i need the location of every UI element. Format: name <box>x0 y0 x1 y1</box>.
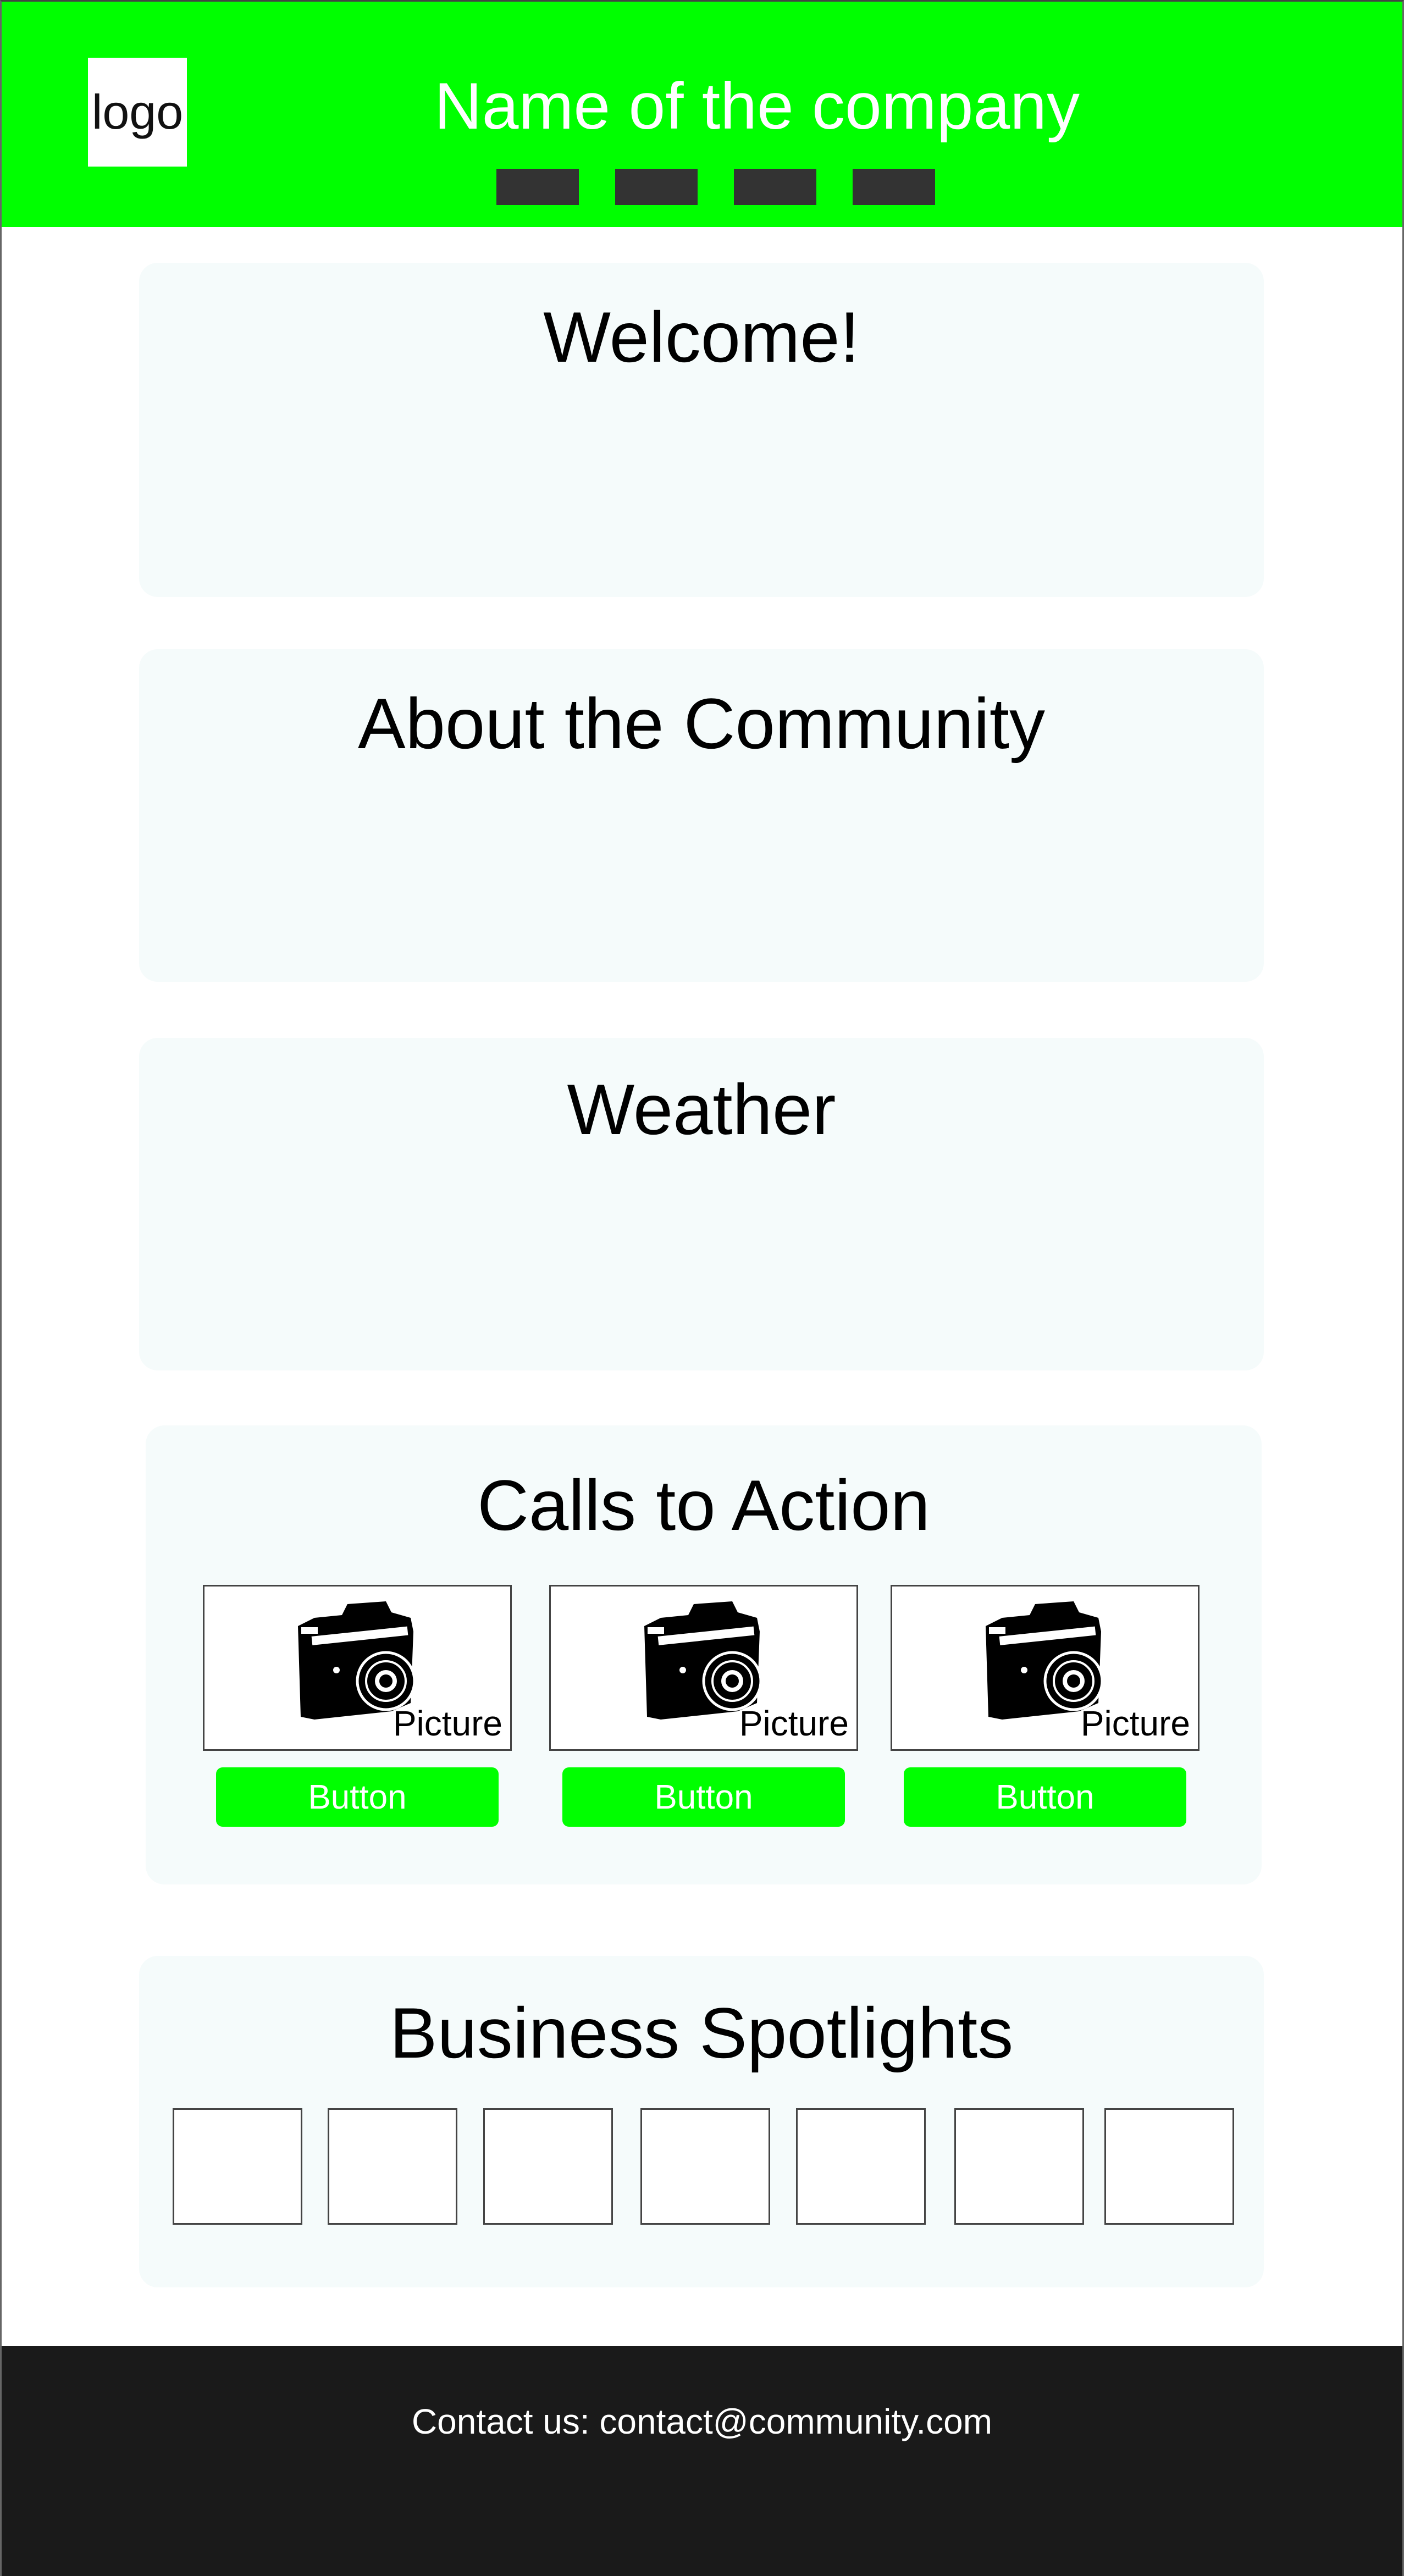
cta-item: Picture Button <box>549 1585 858 1827</box>
weather-section: Weather <box>139 1038 1264 1370</box>
spotlight-box[interactable] <box>173 2108 302 2225</box>
cta-button[interactable]: Button <box>216 1767 499 1827</box>
welcome-section: Welcome! <box>139 263 1264 597</box>
cta-item: Picture Button <box>891 1585 1200 1827</box>
calls-to-action-section: Calls to Action Picture Button Picture B… <box>146 1425 1262 1884</box>
cta-item: Picture Button <box>203 1585 512 1827</box>
main-nav <box>496 169 935 205</box>
nav-item-2[interactable] <box>615 169 698 205</box>
spotlight-box[interactable] <box>1104 2108 1234 2225</box>
site-header: logo Name of the company <box>2 2 1402 227</box>
spotlight-box[interactable] <box>483 2108 613 2225</box>
cta-picture[interactable]: Picture <box>203 1585 512 1751</box>
spotlights-grid <box>139 2108 1264 2225</box>
cta-button[interactable]: Button <box>904 1767 1186 1827</box>
welcome-title: Welcome! <box>543 297 860 377</box>
company-name: Name of the company <box>434 69 1080 143</box>
about-title: About the Community <box>357 683 1046 764</box>
spotlight-box[interactable] <box>640 2108 770 2225</box>
contact-text[interactable]: Contact us: contact@community.com <box>2 2401 1402 2442</box>
cta-button[interactable]: Button <box>562 1767 845 1827</box>
nav-item-4[interactable] <box>853 169 935 205</box>
cta-picture[interactable]: Picture <box>549 1585 858 1751</box>
spotlight-box[interactable] <box>796 2108 926 2225</box>
business-spotlights-section: Business Spotlights <box>139 1956 1264 2287</box>
about-section: About the Community <box>139 649 1264 982</box>
cta-picture[interactable]: Picture <box>891 1585 1200 1751</box>
page: logo Name of the company Welcome! About … <box>0 0 1404 2576</box>
picture-label: Picture <box>1080 1704 1190 1743</box>
nav-item-1[interactable] <box>496 169 579 205</box>
spotlight-box[interactable] <box>328 2108 457 2225</box>
spotlight-box[interactable] <box>954 2108 1084 2225</box>
site-footer: Contact us: contact@community.com <box>2 2346 1402 2576</box>
picture-label: Picture <box>393 1704 502 1743</box>
nav-item-3[interactable] <box>734 169 816 205</box>
weather-title: Weather <box>567 1069 836 1149</box>
picture-label: Picture <box>739 1704 849 1743</box>
cta-title: Calls to Action <box>477 1465 930 1545</box>
spotlights-title: Business Spotlights <box>389 1993 1014 2073</box>
